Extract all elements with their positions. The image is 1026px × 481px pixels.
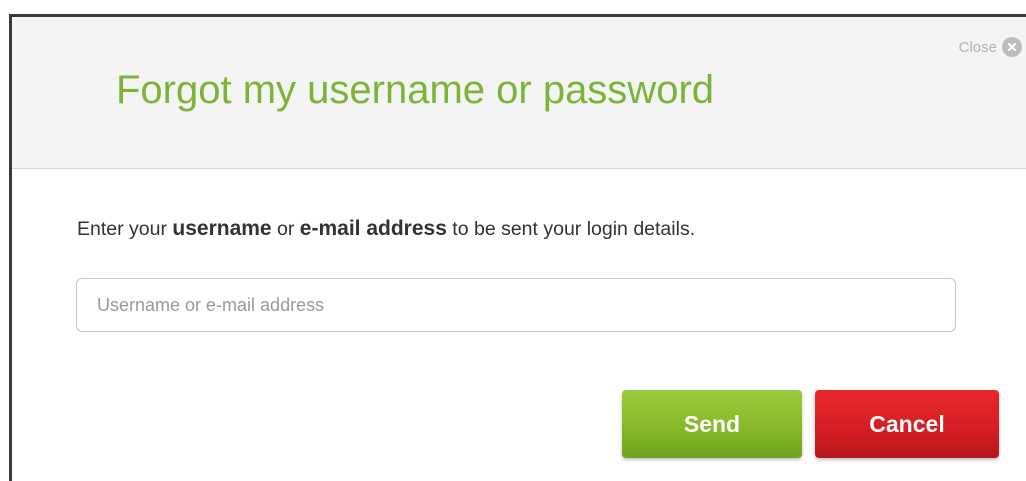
close-button[interactable]: Close — [959, 37, 1022, 57]
username-or-email-input[interactable] — [76, 278, 956, 332]
dialog-title: Forgot my username or password — [116, 68, 715, 112]
close-circle-icon[interactable] — [1002, 37, 1022, 57]
close-label: Close — [958, 38, 997, 56]
cancel-button[interactable]: Cancel — [815, 390, 999, 458]
forgot-credentials-dialog: Forgot my username or password Close Ent… — [0, 0, 1026, 481]
instructions-text: Enter your username or e-mail address to… — [77, 217, 695, 241]
dialog-header: Forgot my username or password Close — [12, 17, 1026, 169]
instructions-bold-username: username — [172, 217, 272, 240]
instructions-bold-email: e-mail address — [299, 217, 447, 240]
instructions-part3: to be sent your login details. — [446, 218, 696, 240]
send-button[interactable]: Send — [622, 390, 802, 458]
instructions-part1: Enter your — [77, 218, 173, 240]
instructions-part2: or — [271, 218, 300, 240]
